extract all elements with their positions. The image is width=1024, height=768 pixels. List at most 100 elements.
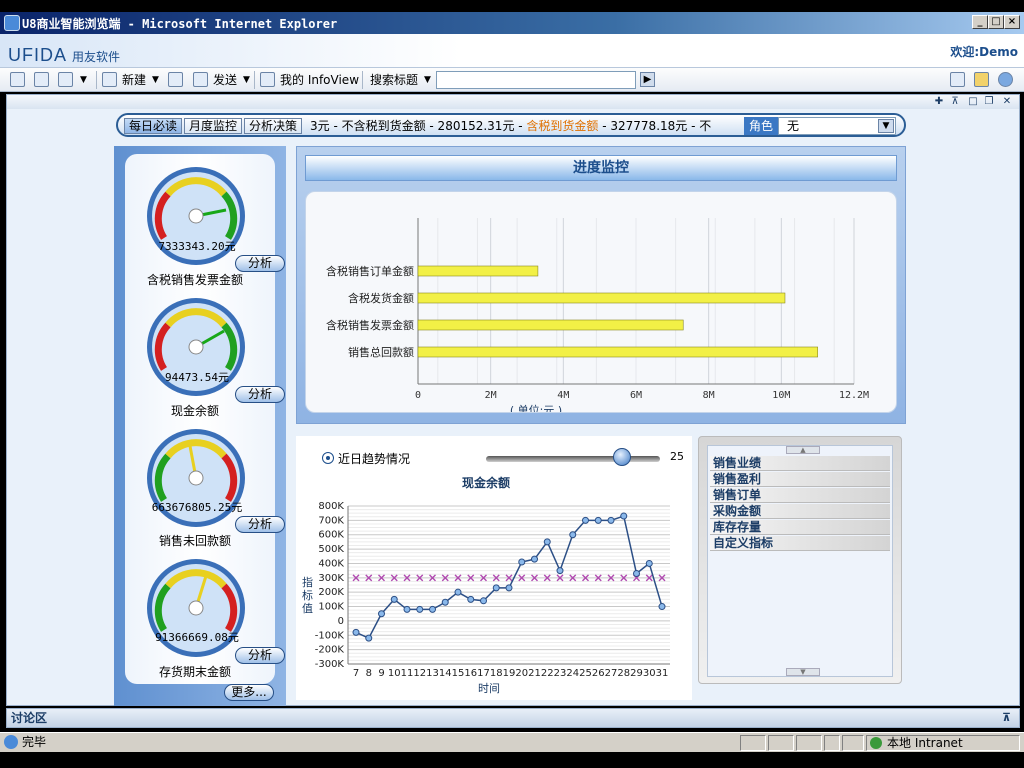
window-titlebar[interactable]: U8商业智能浏览端 - Microsoft Internet Explorer … bbox=[0, 12, 1024, 34]
x-tick-label: 11 bbox=[401, 668, 414, 679]
help-icon[interactable] bbox=[998, 72, 1013, 87]
trend-chart-title: 现金余额 bbox=[461, 476, 510, 490]
chevron-down-icon[interactable]: ▼ bbox=[878, 119, 894, 133]
data-point bbox=[390, 595, 398, 603]
x-axis-label: ( 单位:元 ) bbox=[510, 403, 562, 412]
data-point bbox=[658, 603, 666, 611]
x-tick-label: 19 bbox=[503, 668, 516, 679]
search-title-dropdown[interactable]: 搜索标题 bbox=[370, 71, 418, 89]
list-icon[interactable] bbox=[34, 72, 49, 87]
data-point bbox=[633, 570, 640, 578]
data-point bbox=[480, 597, 487, 605]
chevron-down-icon[interactable]: ▼ bbox=[243, 71, 250, 89]
go-arrow-icon[interactable]: ▶ bbox=[640, 72, 655, 87]
expand-icon[interactable]: ⊼ bbox=[1002, 709, 1011, 727]
scroll-down-icon[interactable]: ▼ bbox=[786, 668, 820, 676]
list-item[interactable]: 销售订单 bbox=[710, 488, 890, 503]
new-button[interactable]: 新建 bbox=[122, 71, 146, 89]
data-point bbox=[416, 605, 424, 613]
discussion-bar[interactable]: 讨论区 ⊼ bbox=[6, 708, 1020, 728]
tab-monthly[interactable]: 月度监控 bbox=[184, 118, 243, 134]
status-segment bbox=[842, 735, 864, 751]
restore-icon[interactable]: □ bbox=[967, 96, 979, 108]
list-item[interactable]: 采购金额 bbox=[710, 504, 890, 519]
list-item[interactable]: 自定义指标 bbox=[710, 536, 890, 551]
grid-icon[interactable] bbox=[58, 72, 73, 87]
analyze-button[interactable]: 分析 bbox=[235, 386, 285, 403]
scroll-up-icon[interactable]: ▲ bbox=[786, 446, 820, 454]
analyze-button[interactable]: 分析 bbox=[235, 516, 285, 533]
bar bbox=[417, 346, 818, 358]
more-button[interactable]: 更多... bbox=[224, 684, 274, 701]
infoview-button[interactable]: 我的 InfoView bbox=[280, 71, 359, 89]
maximize-button[interactable]: □ bbox=[988, 15, 1004, 29]
data-point bbox=[607, 516, 615, 524]
y-axis-label: 值 bbox=[302, 602, 313, 615]
doc-icon[interactable] bbox=[950, 72, 965, 87]
chevron-down-icon[interactable]: ▼ bbox=[80, 71, 87, 89]
x-tick-label: 30 bbox=[643, 668, 656, 679]
chevron-down-icon[interactable]: ▼ bbox=[424, 71, 431, 89]
x-tick-label: 15 bbox=[452, 668, 465, 679]
slider-handle[interactable] bbox=[612, 448, 631, 466]
list-item[interactable]: 库存存量 bbox=[710, 520, 890, 535]
close-icon[interactable]: ✕ bbox=[1001, 96, 1013, 108]
send-icon[interactable] bbox=[193, 72, 208, 87]
cascade-icon[interactable]: ❐ bbox=[983, 96, 995, 108]
status-segment bbox=[740, 735, 766, 751]
tab-analysis[interactable]: 分析决策 bbox=[244, 118, 303, 134]
x-axis-label: 时间 bbox=[478, 682, 500, 695]
trend-line-chart: 800K 700K 600K 500K 400K 300K 200K 100K 0 -100K -2… bbox=[302, 501, 670, 695]
close-button[interactable]: × bbox=[1004, 15, 1020, 29]
category-label: 销售总回款额 bbox=[348, 345, 414, 359]
infoview-icon[interactable] bbox=[260, 72, 275, 87]
new-doc-icon[interactable] bbox=[102, 72, 117, 87]
window-title: U8商业智能浏览端 - Microsoft Internet Explorer bbox=[22, 17, 338, 31]
y-tick-label: 800K bbox=[318, 501, 344, 512]
data-point bbox=[365, 634, 373, 642]
pin-icon[interactable]: ⊼ bbox=[949, 96, 961, 108]
trend-radio[interactable] bbox=[322, 452, 334, 464]
x-tick-label: 14 bbox=[439, 668, 452, 679]
data-point bbox=[467, 595, 475, 603]
list-item[interactable]: 销售业绩 bbox=[710, 456, 890, 471]
chevron-down-icon[interactable]: ▼ bbox=[152, 71, 159, 89]
analyze-button[interactable]: 分析 bbox=[235, 647, 285, 664]
role-select[interactable]: 无 ▼ bbox=[778, 117, 896, 135]
role-label: 角色 bbox=[744, 117, 778, 135]
analyze-button[interactable]: 分析 bbox=[235, 255, 285, 272]
data-point bbox=[403, 605, 411, 613]
bar bbox=[417, 319, 684, 331]
intranet-icon bbox=[870, 737, 882, 749]
minimize-button[interactable]: _ bbox=[972, 15, 988, 29]
home-icon[interactable] bbox=[10, 72, 25, 87]
y-tick-label: -100K bbox=[315, 630, 345, 641]
add-icon[interactable]: ✚ bbox=[933, 96, 945, 108]
send-button[interactable]: 发送 bbox=[213, 71, 237, 89]
x-tick-label: 22 bbox=[541, 668, 554, 679]
gauge-value: 94473.54元 bbox=[165, 371, 229, 384]
data-point bbox=[492, 584, 500, 592]
bar bbox=[417, 265, 539, 277]
x-tick-label: 29 bbox=[630, 668, 643, 679]
lock-icon[interactable] bbox=[974, 72, 989, 87]
y-tick-label: 300K bbox=[318, 573, 344, 584]
progress-bar-chart: 0 2M 4M 6M 8M 10M 12.2M 含税销售订单金额含税发货金额含税销售发票金额销… bbox=[326, 218, 869, 417]
x-tick-label: 13 bbox=[426, 668, 439, 679]
x-tick-label: 20 bbox=[515, 668, 528, 679]
x-tick-label: 7 bbox=[353, 668, 359, 679]
list-item[interactable]: 销售盈利 bbox=[710, 472, 890, 487]
tab-daily[interactable]: 每日必读 bbox=[124, 118, 183, 134]
toolbar: ▼ 新建 ▼ 发送 ▼ 我的 InfoView 搜索标题 ▼ ▶ bbox=[0, 68, 1024, 92]
discussion-label: 讨论区 bbox=[11, 711, 48, 725]
x-tick-label: 12 bbox=[413, 668, 426, 679]
day-range-slider[interactable] bbox=[486, 456, 660, 462]
gauge-label: 现金余额 bbox=[170, 404, 219, 418]
refresh-icon[interactable] bbox=[168, 72, 183, 87]
search-input[interactable] bbox=[436, 71, 636, 89]
x-tick-label: 26 bbox=[592, 668, 605, 679]
progress-monitor-title: 进度监控 bbox=[305, 155, 897, 181]
data-point bbox=[454, 588, 462, 596]
x-tick-label: 10 bbox=[388, 668, 401, 679]
page-icon bbox=[4, 735, 18, 749]
